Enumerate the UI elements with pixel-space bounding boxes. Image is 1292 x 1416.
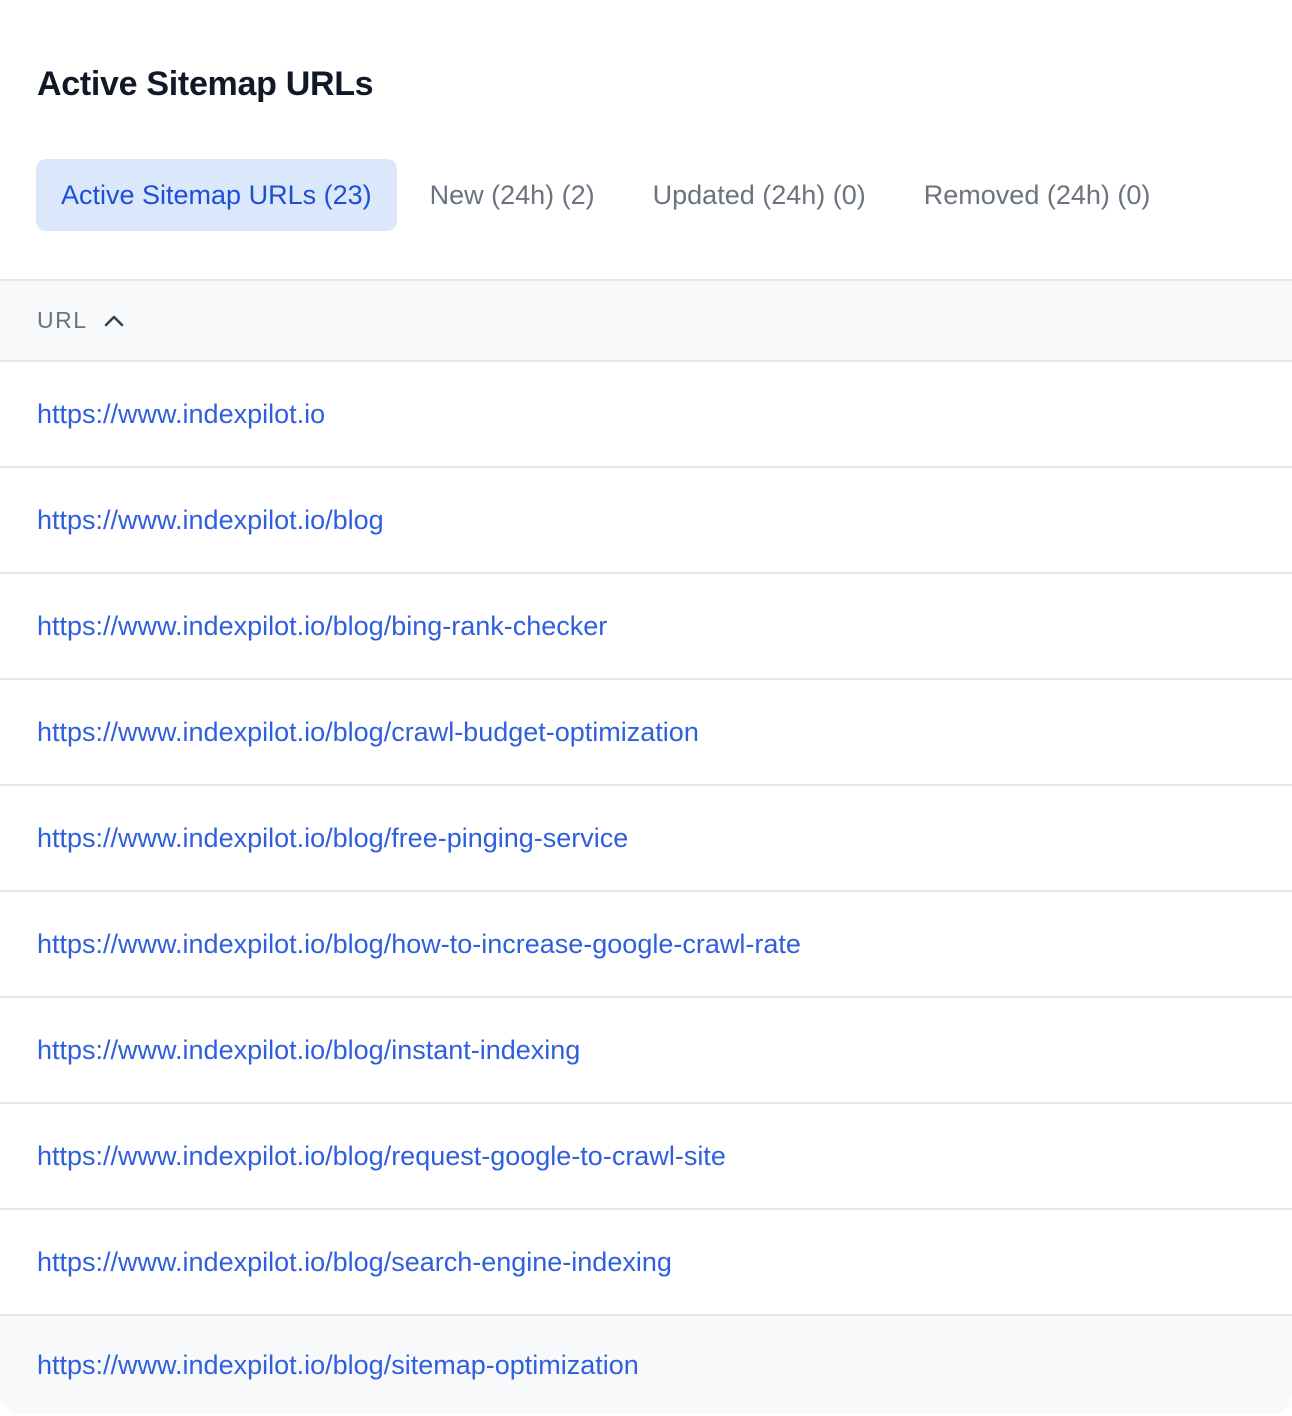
- table-row: https://www.indexpilot.io: [0, 362, 1292, 468]
- url-link[interactable]: https://www.indexpilot.io/blog/instant-i…: [37, 1035, 580, 1066]
- tab-active-sitemap-urls[interactable]: Active Sitemap URLs (23): [36, 159, 397, 231]
- tab-new-24h[interactable]: New (24h) (2): [405, 159, 620, 231]
- table-row: https://www.indexpilot.io/blog/how-to-in…: [0, 892, 1292, 998]
- url-link[interactable]: https://www.indexpilot.io: [37, 399, 325, 430]
- table-row: https://www.indexpilot.io/blog/free-ping…: [0, 786, 1292, 892]
- url-column-header[interactable]: URL: [37, 307, 126, 334]
- url-link[interactable]: https://www.indexpilot.io/blog: [37, 505, 384, 536]
- url-link[interactable]: https://www.indexpilot.io/blog/how-to-in…: [37, 929, 801, 960]
- url-column-label: URL: [37, 307, 88, 333]
- url-link[interactable]: https://www.indexpilot.io/blog/request-g…: [37, 1141, 726, 1172]
- url-link[interactable]: https://www.indexpilot.io/blog/crawl-bud…: [37, 717, 699, 748]
- tab-bar: Active Sitemap URLs (23) New (24h) (2) U…: [36, 159, 1175, 231]
- table-header: URL: [0, 281, 1292, 362]
- chevron-up-icon: [104, 315, 123, 326]
- url-link[interactable]: https://www.indexpilot.io/blog/bing-rank…: [37, 611, 607, 642]
- urls-table: URL https://www.indexpilot.io https://ww…: [0, 279, 1292, 1414]
- table-row: https://www.indexpilot.io/blog: [0, 468, 1292, 574]
- table-row: https://www.indexpilot.io/blog/sitemap-o…: [0, 1316, 1292, 1414]
- sitemap-urls-card: Active Sitemap URLs Active Sitemap URLs …: [0, 0, 1292, 1416]
- tab-removed-24h[interactable]: Removed (24h) (0): [899, 159, 1176, 231]
- table-row: https://www.indexpilot.io/blog/crawl-bud…: [0, 680, 1292, 786]
- table-row: https://www.indexpilot.io/blog/instant-i…: [0, 998, 1292, 1104]
- page-title: Active Sitemap URLs: [37, 65, 374, 103]
- table-row: https://www.indexpilot.io/blog/search-en…: [0, 1210, 1292, 1316]
- tab-updated-24h[interactable]: Updated (24h) (0): [628, 159, 891, 231]
- table-row: https://www.indexpilot.io/blog/bing-rank…: [0, 574, 1292, 680]
- url-link[interactable]: https://www.indexpilot.io/blog/sitemap-o…: [37, 1350, 639, 1381]
- url-link[interactable]: https://www.indexpilot.io/blog/search-en…: [37, 1247, 672, 1278]
- table-row: https://www.indexpilot.io/blog/request-g…: [0, 1104, 1292, 1210]
- url-link[interactable]: https://www.indexpilot.io/blog/free-ping…: [37, 823, 628, 854]
